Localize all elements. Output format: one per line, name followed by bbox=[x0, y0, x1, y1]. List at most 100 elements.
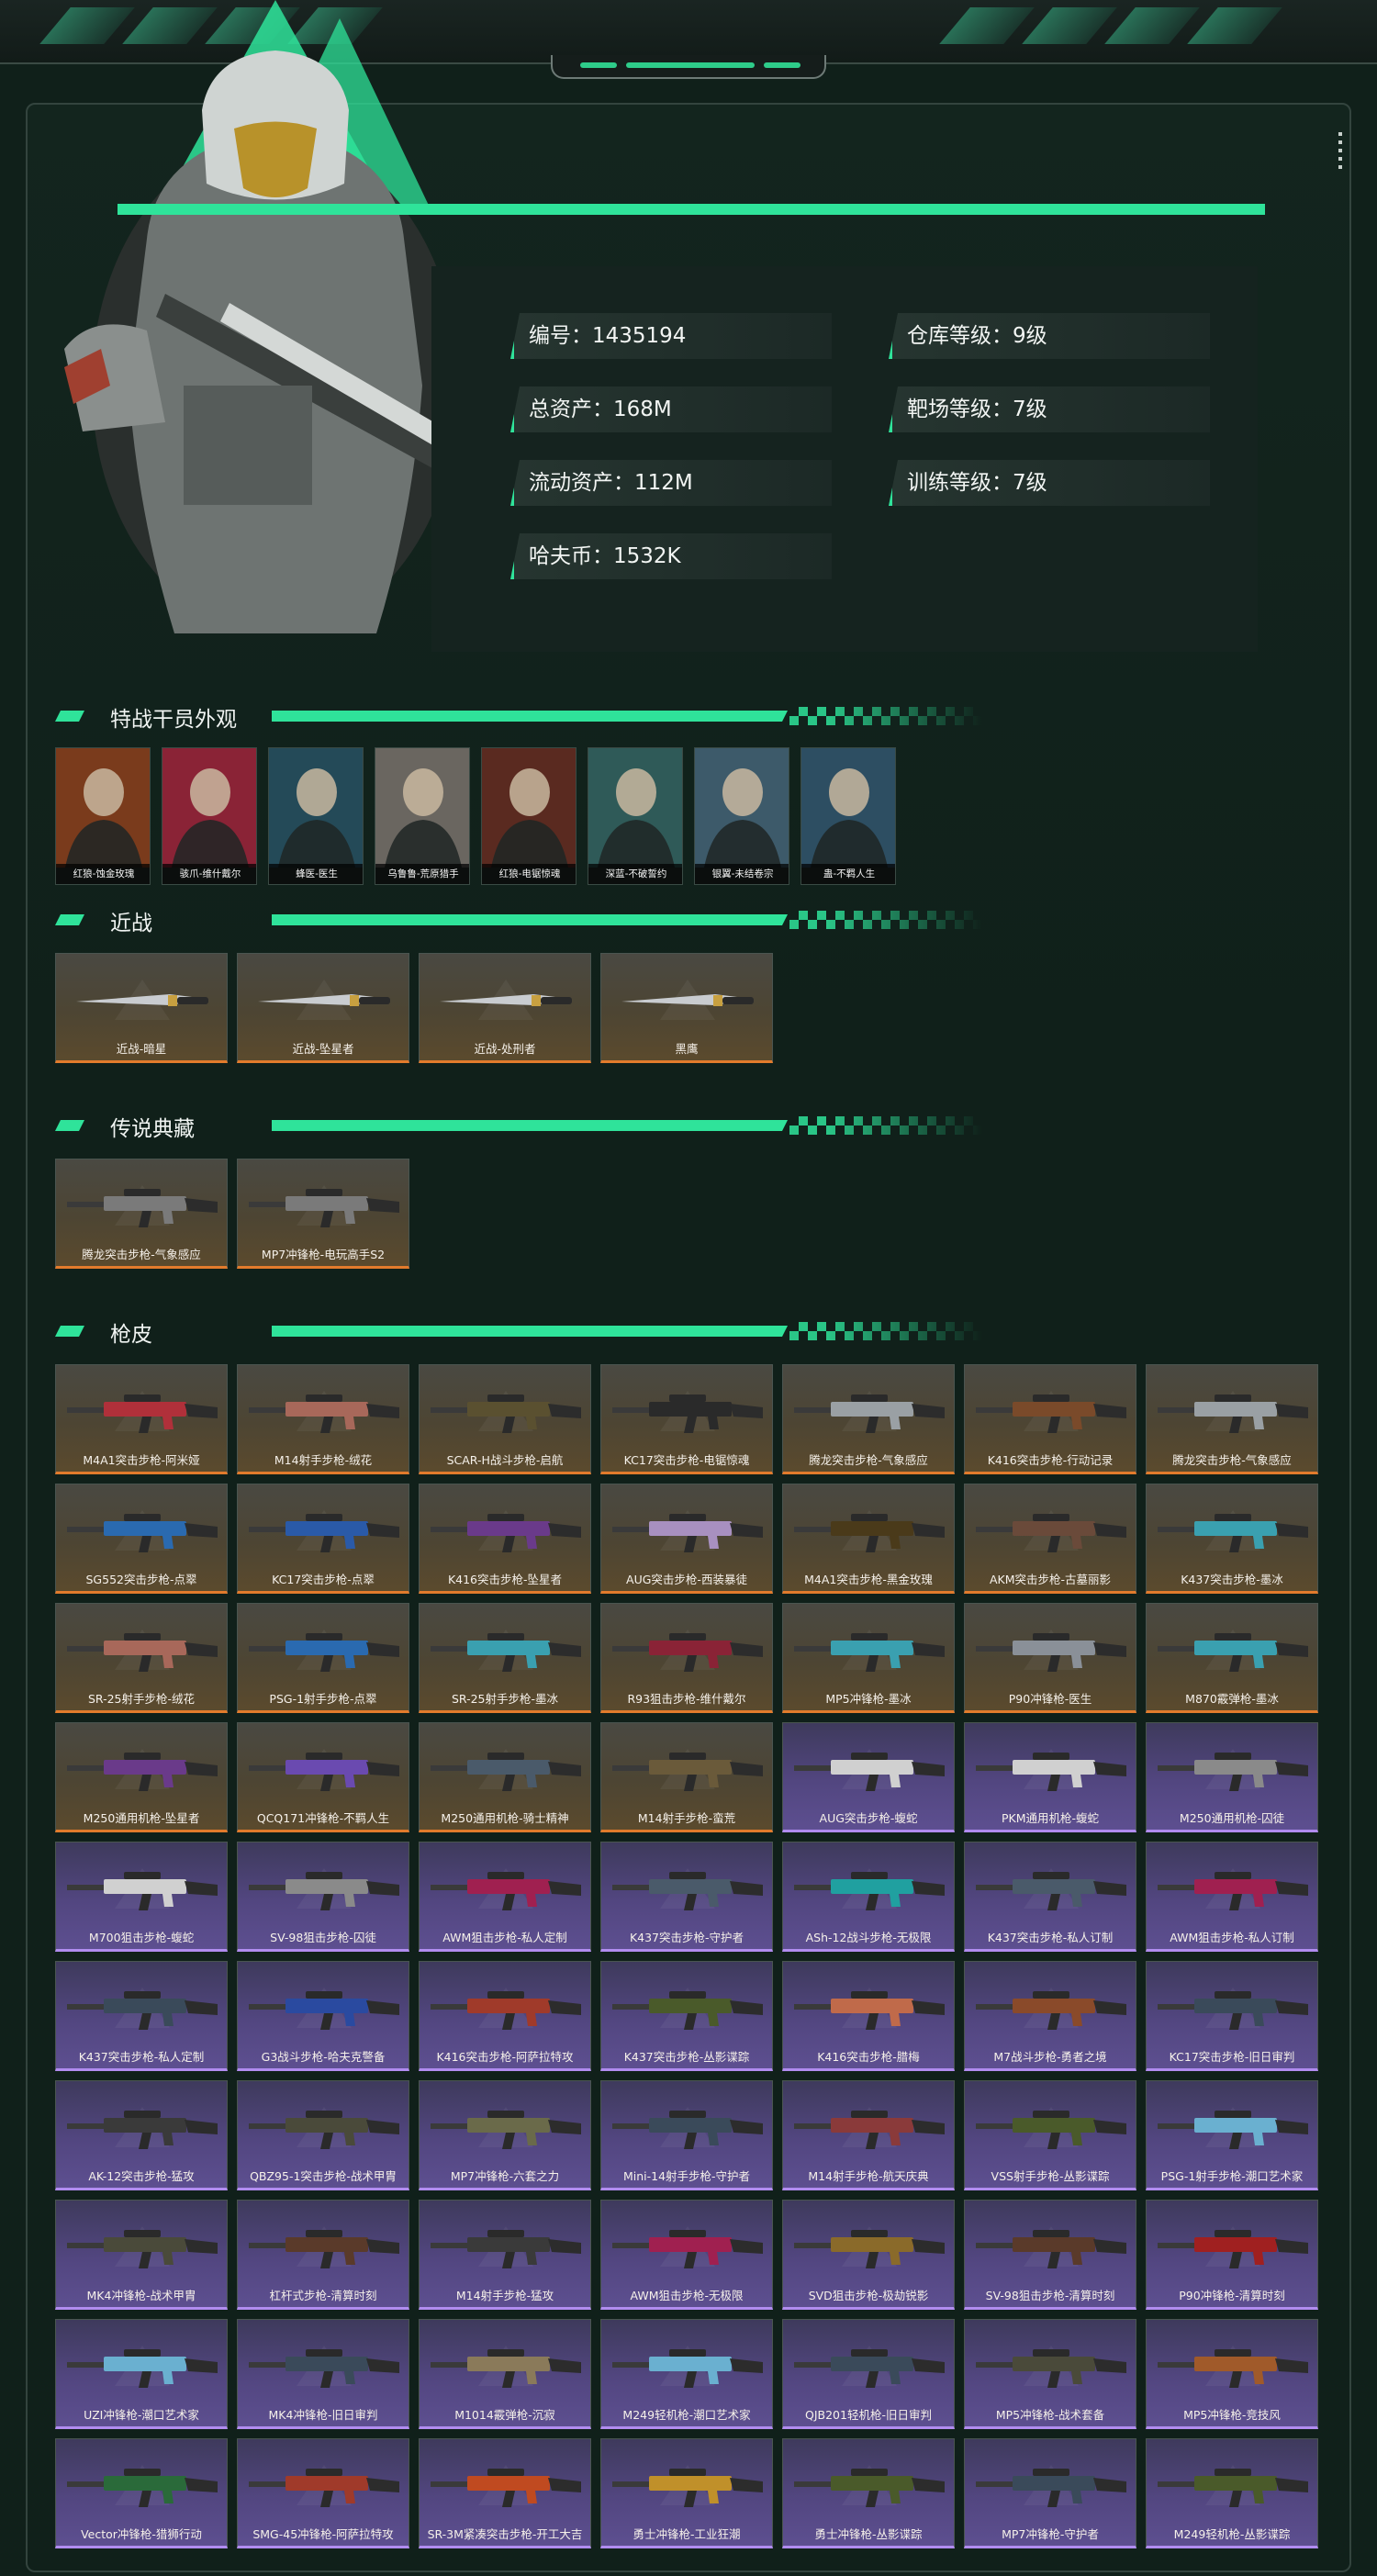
agent-skin-card[interactable]: 乌鲁鲁-荒原猎手 bbox=[375, 747, 470, 885]
gun-icon bbox=[794, 1991, 945, 2030]
agent-skin-card[interactable]: 红狼-蚀金玫瑰 bbox=[55, 747, 151, 885]
gun-skin-card[interactable]: SCAR-H战斗步枪-启航 bbox=[419, 1364, 591, 1474]
gun-skin-card[interactable]: UZI冲锋枪-潮口艺术家 bbox=[55, 2319, 228, 2429]
gun-skin-card[interactable]: 杠杆式步枪-清算时刻 bbox=[237, 2200, 409, 2310]
melee-card[interactable]: 黑鹰 bbox=[600, 953, 773, 1063]
gun-skin-card[interactable]: SR-25射手步枪-绒花 bbox=[55, 1603, 228, 1713]
gun-skin-card[interactable]: PSG-1射手步枪-点翠 bbox=[237, 1603, 409, 1713]
stat-haf-coin: 哈夫币：1532K bbox=[510, 533, 832, 579]
agent-portrait bbox=[482, 748, 576, 868]
gun-skin-card[interactable]: AUG突击步枪-蝮蛇 bbox=[782, 1722, 955, 1832]
agent-skin-card[interactable]: 蜂医-医生 bbox=[268, 747, 364, 885]
gun-skin-card[interactable]: AK-12突击步枪-猛攻 bbox=[55, 2080, 228, 2190]
gun-skin-card[interactable]: M250通用机枪-囚徒 bbox=[1146, 1722, 1318, 1832]
gun-skin-card[interactable]: SR-3M紧凑突击步枪-开工大吉 bbox=[419, 2438, 591, 2548]
gun-skin-card[interactable]: K416突击步枪-行动记录 bbox=[964, 1364, 1136, 1474]
gun-skin-card[interactable]: SVD狙击步枪-极劫锐影 bbox=[782, 2200, 955, 2310]
gun-icon bbox=[249, 2230, 399, 2268]
gun-skin-card[interactable]: 腾龙突击步枪-气象感应 bbox=[1146, 1364, 1318, 1474]
gun-skin-card[interactable]: ASh-12战斗步枪-无极限 bbox=[782, 1842, 955, 1952]
gun-skin-card[interactable]: QBZ95-1突击步枪-战术甲胄 bbox=[237, 2080, 409, 2190]
gun-icon bbox=[794, 1633, 945, 1672]
panel-scroll-indicator[interactable] bbox=[1338, 132, 1342, 174]
gun-skin-card[interactable]: MP5冲锋枪-墨冰 bbox=[782, 1603, 955, 1713]
gun-skin-card[interactable]: MP7冲锋枪-电玩高手S2 bbox=[237, 1159, 409, 1269]
item-name-label: M250通用机枪-囚徒 bbox=[1179, 1811, 1285, 1825]
gun-skin-card[interactable]: AWM狙击步枪-私人定制 bbox=[419, 1842, 591, 1952]
gun-skin-card[interactable]: M14射手步枪-猛攻 bbox=[419, 2200, 591, 2310]
gun-icon bbox=[1158, 1872, 1308, 1910]
gun-skin-card[interactable]: SV-98狙击步枪-囚徒 bbox=[237, 1842, 409, 1952]
gun-skin-card[interactable]: M249轻机枪-丛影谍踪 bbox=[1146, 2438, 1318, 2548]
gun-skin-card[interactable]: MK4冲锋枪-战术甲胄 bbox=[55, 2200, 228, 2310]
gun-skin-card[interactable]: G3战斗步枪-哈夫克警备 bbox=[237, 1961, 409, 2071]
melee-card[interactable]: 近战-坠星者 bbox=[237, 953, 409, 1063]
melee-card[interactable]: 近战-暗星 bbox=[55, 953, 228, 1063]
gun-skin-card[interactable]: AWM狙击步枪-无极限 bbox=[600, 2200, 773, 2310]
gun-skin-card[interactable]: PKM通用机枪-蝮蛇 bbox=[964, 1722, 1136, 1832]
gun-skin-card[interactable]: K437突击步枪-私人定制 bbox=[55, 1961, 228, 2071]
agent-skin-card[interactable]: 蛊-不羁人生 bbox=[800, 747, 896, 885]
gun-icon bbox=[794, 1753, 945, 1791]
gun-skin-card[interactable]: AWM狙击步枪-私人订制 bbox=[1146, 1842, 1318, 1952]
gun-skin-card[interactable]: M250通用机枪-骑士精神 bbox=[419, 1722, 591, 1832]
agent-skin-card[interactable]: 红狼-电锯惊魂 bbox=[481, 747, 577, 885]
gun-skin-card[interactable]: K416突击步枪-腊梅 bbox=[782, 1961, 955, 2071]
gun-skin-card[interactable]: K437突击步枪-私人订制 bbox=[964, 1842, 1136, 1952]
gun-skin-card[interactable]: R93狙击步枪-维什戴尔 bbox=[600, 1603, 773, 1713]
gun-skin-card[interactable]: QCQ171冲锋枪-不羁人生 bbox=[237, 1722, 409, 1832]
agent-skin-card[interactable]: 银翼-未结卷宗 bbox=[694, 747, 789, 885]
gun-skin-card[interactable]: 腾龙突击步枪-气象感应 bbox=[55, 1159, 228, 1269]
gun-skin-card[interactable]: M7战斗步枪-勇者之境 bbox=[964, 1961, 1136, 2071]
gun-skin-card[interactable]: M249轻机枪-潮口艺术家 bbox=[600, 2319, 773, 2429]
item-name-label: M14射手步枪-绒花 bbox=[274, 1453, 373, 1467]
gun-skin-card[interactable]: MP7冲锋枪-六套之力 bbox=[419, 2080, 591, 2190]
gun-skin-card[interactable]: M14射手步枪-航天庆典 bbox=[782, 2080, 955, 2190]
section-title: 特战干员外观 bbox=[110, 708, 237, 732]
gun-icon bbox=[67, 1872, 218, 1910]
gun-skin-card[interactable]: P90冲锋枪-清算时刻 bbox=[1146, 2200, 1318, 2310]
gun-icon bbox=[67, 1991, 218, 2030]
item-name-label: UZI冲锋枪-潮口艺术家 bbox=[84, 2408, 199, 2422]
gun-skin-card[interactable]: K437突击步枪-墨冰 bbox=[1146, 1484, 1318, 1594]
gun-skin-card[interactable]: M14射手步枪-绒花 bbox=[237, 1364, 409, 1474]
gun-skin-card[interactable]: M250通用机枪-坠星者 bbox=[55, 1722, 228, 1832]
gun-skin-card[interactable]: KC17突击步枪-电锯惊魂 bbox=[600, 1364, 773, 1474]
gun-skin-card[interactable]: 勇士冲锋枪-工业狂潮 bbox=[600, 2438, 773, 2548]
gun-skin-card[interactable]: AKM突击步枪-古墓丽影 bbox=[964, 1484, 1136, 1594]
melee-card[interactable]: 近战-处刑者 bbox=[419, 953, 591, 1063]
gun-icon bbox=[794, 1872, 945, 1910]
gun-skin-card[interactable]: M1014霰弹枪-沉寂 bbox=[419, 2319, 591, 2429]
gun-skin-card[interactable]: M4A1突击步枪-阿米娅 bbox=[55, 1364, 228, 1474]
gun-skin-card[interactable]: PSG-1射手步枪-潮口艺术家 bbox=[1146, 2080, 1318, 2190]
gun-skin-card[interactable]: SV-98狙击步枪-清算时刻 bbox=[964, 2200, 1136, 2310]
gun-skin-card[interactable]: MP5冲锋枪-竞技风 bbox=[1146, 2319, 1318, 2429]
gun-skin-card[interactable]: Vector冲锋枪-猎狮行动 bbox=[55, 2438, 228, 2548]
gun-skin-card[interactable]: QJB201轻机枪-旧日审判 bbox=[782, 2319, 955, 2429]
gun-skin-card[interactable]: P90冲锋枪-医生 bbox=[964, 1603, 1136, 1713]
gun-skin-card[interactable]: KC17突击步枪-点翠 bbox=[237, 1484, 409, 1594]
gun-skin-card[interactable]: M14射手步枪-蛮荒 bbox=[600, 1722, 773, 1832]
gun-skin-card[interactable]: SMG-45冲锋枪-阿萨拉特攻 bbox=[237, 2438, 409, 2548]
gun-skin-card[interactable]: AUG突击步枪-西装暴徒 bbox=[600, 1484, 773, 1594]
gun-skin-card[interactable]: MP7冲锋枪-守护者 bbox=[964, 2438, 1136, 2548]
gun-skin-card[interactable]: VSS射手步枪-丛影谍踪 bbox=[964, 2080, 1136, 2190]
gun-skin-card[interactable]: KC17突击步枪-旧日审判 bbox=[1146, 1961, 1318, 2071]
gun-skin-card[interactable]: MK4冲锋枪-旧日审判 bbox=[237, 2319, 409, 2429]
gun-skin-card[interactable]: M700狙击步枪-蝮蛇 bbox=[55, 1842, 228, 1952]
agent-skin-name: 银翼-未结卷宗 bbox=[695, 864, 789, 884]
gun-skin-card[interactable]: 勇士冲锋枪-丛影谍踪 bbox=[782, 2438, 955, 2548]
gun-skin-card[interactable]: M870霰弹枪-墨冰 bbox=[1146, 1603, 1318, 1713]
gun-skin-card[interactable]: M4A1突击步枪-黑金玫瑰 bbox=[782, 1484, 955, 1594]
agent-skin-card[interactable]: 骇爪-维什戴尔 bbox=[162, 747, 257, 885]
gun-skin-card[interactable]: K416突击步枪-坠星者 bbox=[419, 1484, 591, 1594]
gun-skin-card[interactable]: Mini-14射手步枪-守护者 bbox=[600, 2080, 773, 2190]
gun-skin-card[interactable]: 腾龙突击步枪-气象感应 bbox=[782, 1364, 955, 1474]
gun-skin-card[interactable]: SG552突击步枪-点翠 bbox=[55, 1484, 228, 1594]
gun-skin-card[interactable]: K437突击步枪-守护者 bbox=[600, 1842, 773, 1952]
agent-skin-card[interactable]: 深蓝-不破誓约 bbox=[588, 747, 683, 885]
gun-skin-card[interactable]: K416突击步枪-阿萨拉特攻 bbox=[419, 1961, 591, 2071]
gun-skin-card[interactable]: MP5冲锋枪-战术套备 bbox=[964, 2319, 1136, 2429]
gun-skin-card[interactable]: SR-25射手步枪-墨冰 bbox=[419, 1603, 591, 1713]
gun-skin-card[interactable]: K437突击步枪-丛影谍踪 bbox=[600, 1961, 773, 2071]
